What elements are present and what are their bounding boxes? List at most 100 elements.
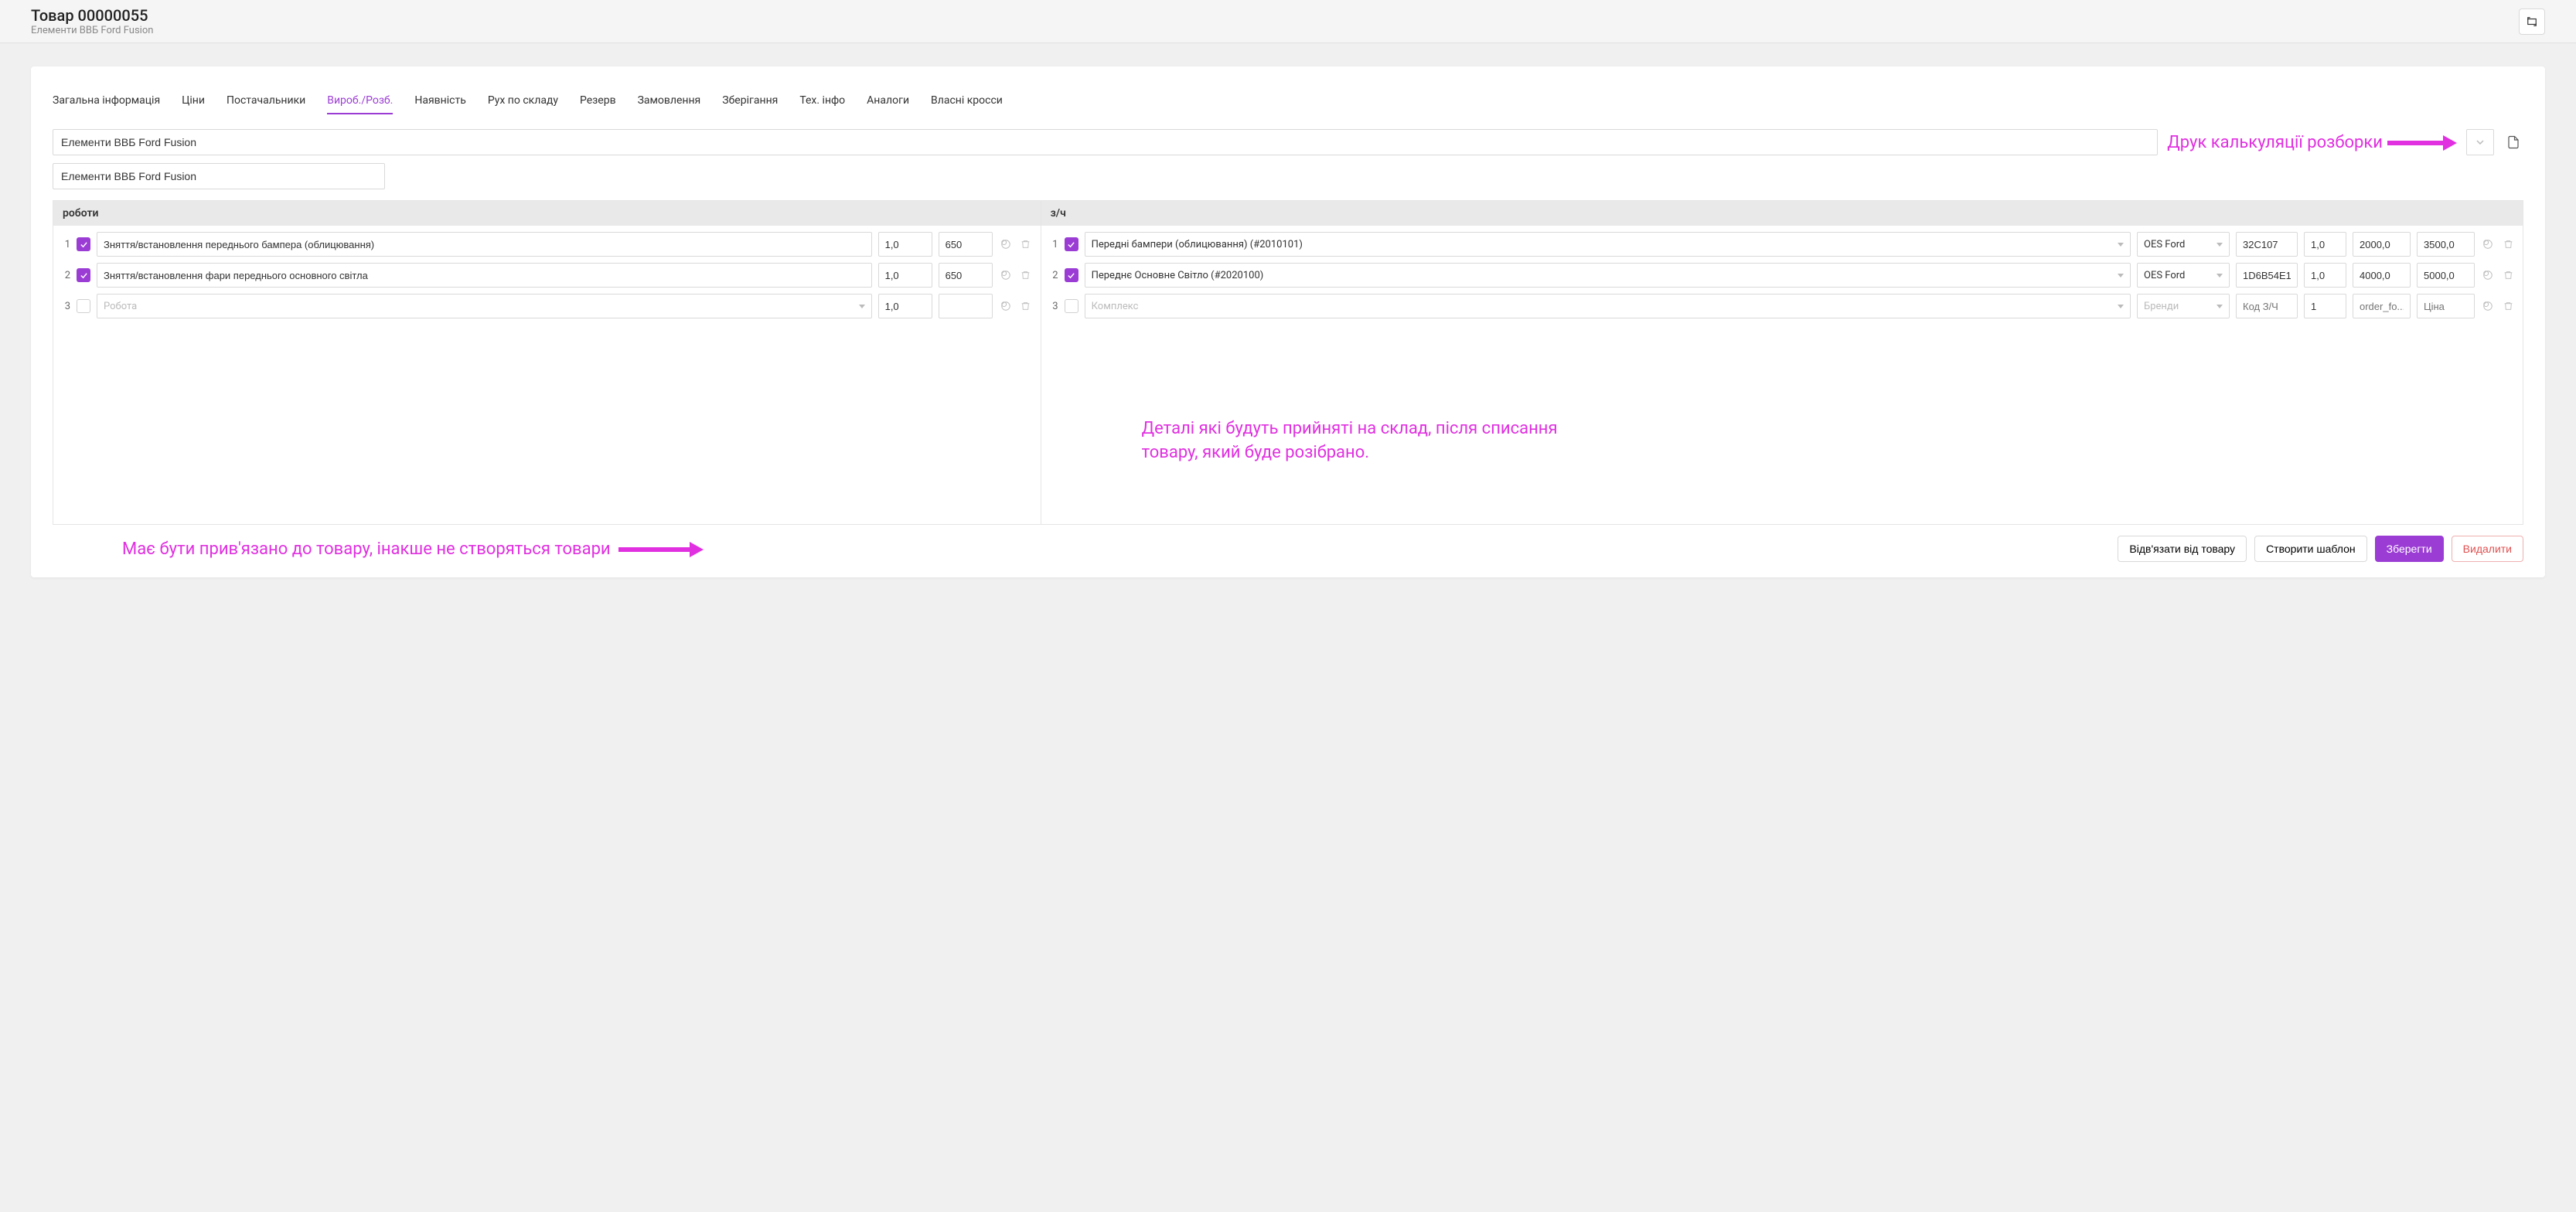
part-qty-input[interactable] bbox=[2304, 263, 2346, 288]
save-button[interactable]: Зберегти bbox=[2375, 536, 2444, 562]
delete-row-button[interactable] bbox=[1019, 237, 1033, 251]
work-price-input[interactable] bbox=[939, 294, 993, 318]
part-name-select[interactable]: Переднє Основне Світло (#2020100) bbox=[1085, 263, 2131, 288]
expand-icon bbox=[2527, 16, 2537, 27]
part-qty-input[interactable] bbox=[2304, 294, 2346, 318]
part-row-checkbox[interactable] bbox=[1065, 299, 1078, 313]
tab-storage[interactable]: Зберігання bbox=[722, 88, 778, 114]
check-icon bbox=[1067, 240, 1075, 249]
delete-row-button[interactable] bbox=[2501, 237, 2515, 251]
part-price-input[interactable] bbox=[2417, 294, 2475, 318]
work-name-select[interactable]: Робота bbox=[97, 294, 872, 318]
check-icon bbox=[80, 240, 88, 249]
part-brand-select[interactable]: Бренди bbox=[2137, 294, 2230, 318]
create-template-button[interactable]: Створити шаблон bbox=[2254, 536, 2367, 562]
copy-row-button[interactable] bbox=[999, 299, 1013, 313]
tab-analogs[interactable]: Аналоги bbox=[867, 88, 909, 114]
part-brand-select[interactable]: OES Ford bbox=[2137, 263, 2230, 288]
copy-icon bbox=[1000, 239, 1011, 250]
work-price-input[interactable] bbox=[939, 232, 993, 257]
part-row: 1 Передні бампери (облицювання) (#201010… bbox=[1049, 232, 2515, 257]
work-qty-input[interactable] bbox=[878, 232, 932, 257]
work-qty-input[interactable] bbox=[878, 294, 932, 318]
tab-bar: Загальна інформація Ціни Постачальники В… bbox=[53, 88, 2523, 115]
copy-row-button[interactable] bbox=[2481, 299, 2495, 313]
template-subname-input[interactable] bbox=[53, 163, 385, 189]
check-icon bbox=[1067, 271, 1075, 280]
works-column: роботи 1 2 bbox=[53, 201, 1041, 524]
tab-availability[interactable]: Наявність bbox=[414, 88, 465, 114]
footer-actions: Має бути прив'язано до товару, інакше не… bbox=[53, 525, 2523, 562]
trash-icon bbox=[2503, 301, 2513, 312]
delete-row-button[interactable] bbox=[1019, 299, 1033, 313]
check-icon bbox=[80, 271, 88, 280]
arrow-right-icon bbox=[618, 546, 704, 552]
print-button[interactable] bbox=[2503, 129, 2523, 155]
tab-prices[interactable]: Ціни bbox=[182, 88, 205, 114]
work-row-checkbox[interactable] bbox=[77, 268, 90, 282]
work-name-input[interactable] bbox=[97, 263, 872, 288]
part-qty-input[interactable] bbox=[2304, 232, 2346, 257]
part-code-input[interactable] bbox=[2236, 263, 2298, 288]
page-subtitle: Елементи ВВБ Ford Fusion bbox=[31, 25, 153, 36]
work-qty-input[interactable] bbox=[878, 263, 932, 288]
parts-column: з/ч 1 Передні бампери (облицювання) (#20… bbox=[1041, 201, 2523, 524]
copy-row-button[interactable] bbox=[999, 268, 1013, 282]
copy-icon bbox=[1000, 270, 1011, 281]
part-price-input[interactable] bbox=[2417, 232, 2475, 257]
part-row-checkbox[interactable] bbox=[1065, 237, 1078, 251]
annotation-print: Друк калькуляції розборки bbox=[2167, 133, 2457, 152]
copy-icon bbox=[2482, 270, 2493, 281]
work-row: 1 bbox=[61, 232, 1033, 257]
part-order-input[interactable] bbox=[2353, 263, 2411, 288]
work-price-input[interactable] bbox=[939, 263, 993, 288]
work-row-checkbox[interactable] bbox=[77, 237, 90, 251]
document-icon bbox=[2506, 134, 2520, 150]
part-code-input[interactable] bbox=[2236, 294, 2298, 318]
parts-header: з/ч bbox=[1041, 201, 2523, 226]
delete-row-button[interactable] bbox=[2501, 268, 2515, 282]
tab-suppliers[interactable]: Постачальники bbox=[227, 88, 305, 114]
works-header: роботи bbox=[53, 201, 1041, 226]
work-row: 2 bbox=[61, 263, 1033, 288]
copy-icon bbox=[2482, 301, 2493, 312]
trash-icon bbox=[2503, 239, 2513, 250]
tab-general[interactable]: Загальна інформація bbox=[53, 88, 160, 114]
print-format-select[interactable] bbox=[2466, 129, 2494, 155]
part-brand-select[interactable]: OES Ford bbox=[2137, 232, 2230, 257]
main-panel: Загальна інформація Ціни Постачальники В… bbox=[31, 66, 2545, 577]
delete-button[interactable]: Видалити bbox=[2452, 536, 2523, 562]
expand-button[interactable] bbox=[2519, 9, 2545, 35]
delete-row-button[interactable] bbox=[1019, 268, 1033, 282]
copy-icon bbox=[2482, 239, 2493, 250]
work-name-input[interactable] bbox=[97, 232, 872, 257]
part-price-input[interactable] bbox=[2417, 263, 2475, 288]
arrow-right-icon bbox=[2387, 139, 2457, 145]
delete-row-button[interactable] bbox=[2501, 299, 2515, 313]
disassembly-grid: роботи 1 2 bbox=[53, 200, 2523, 525]
app-header: Товар 00000055 Елементи ВВБ Ford Fusion bbox=[0, 0, 2576, 43]
template-name-input[interactable] bbox=[53, 129, 2158, 155]
copy-row-button[interactable] bbox=[2481, 237, 2495, 251]
part-order-input[interactable] bbox=[2353, 232, 2411, 257]
tab-orders[interactable]: Замовлення bbox=[638, 88, 701, 114]
copy-row-button[interactable] bbox=[2481, 268, 2495, 282]
part-name-select[interactable]: Передні бампери (облицювання) (#2010101) bbox=[1085, 232, 2131, 257]
annotation-details: Деталі які будуть прийняті на склад, піс… bbox=[1142, 417, 1606, 465]
part-row-checkbox[interactable] bbox=[1065, 268, 1078, 282]
tab-stock-moves[interactable]: Рух по складу bbox=[488, 88, 558, 114]
copy-row-button[interactable] bbox=[999, 237, 1013, 251]
annotation-bind: Має бути прив'язано до товару, інакше не… bbox=[53, 540, 2110, 559]
work-row-checkbox[interactable] bbox=[77, 299, 90, 313]
trash-icon bbox=[1021, 270, 1031, 281]
unbind-button[interactable]: Відв'язати від товару bbox=[2118, 536, 2247, 562]
trash-icon bbox=[1021, 301, 1031, 312]
tab-techinfo[interactable]: Тех. інфо bbox=[799, 88, 845, 114]
part-order-input[interactable] bbox=[2353, 294, 2411, 318]
tab-reserve[interactable]: Резерв bbox=[580, 88, 616, 114]
part-code-input[interactable] bbox=[2236, 232, 2298, 257]
tab-prod-disasm[interactable]: Вироб./Розб. bbox=[327, 88, 393, 114]
tab-crosses[interactable]: Власні кросси bbox=[931, 88, 1003, 114]
chevron-down-icon bbox=[2476, 140, 2484, 145]
part-name-select[interactable]: Комплекс bbox=[1085, 294, 2131, 318]
